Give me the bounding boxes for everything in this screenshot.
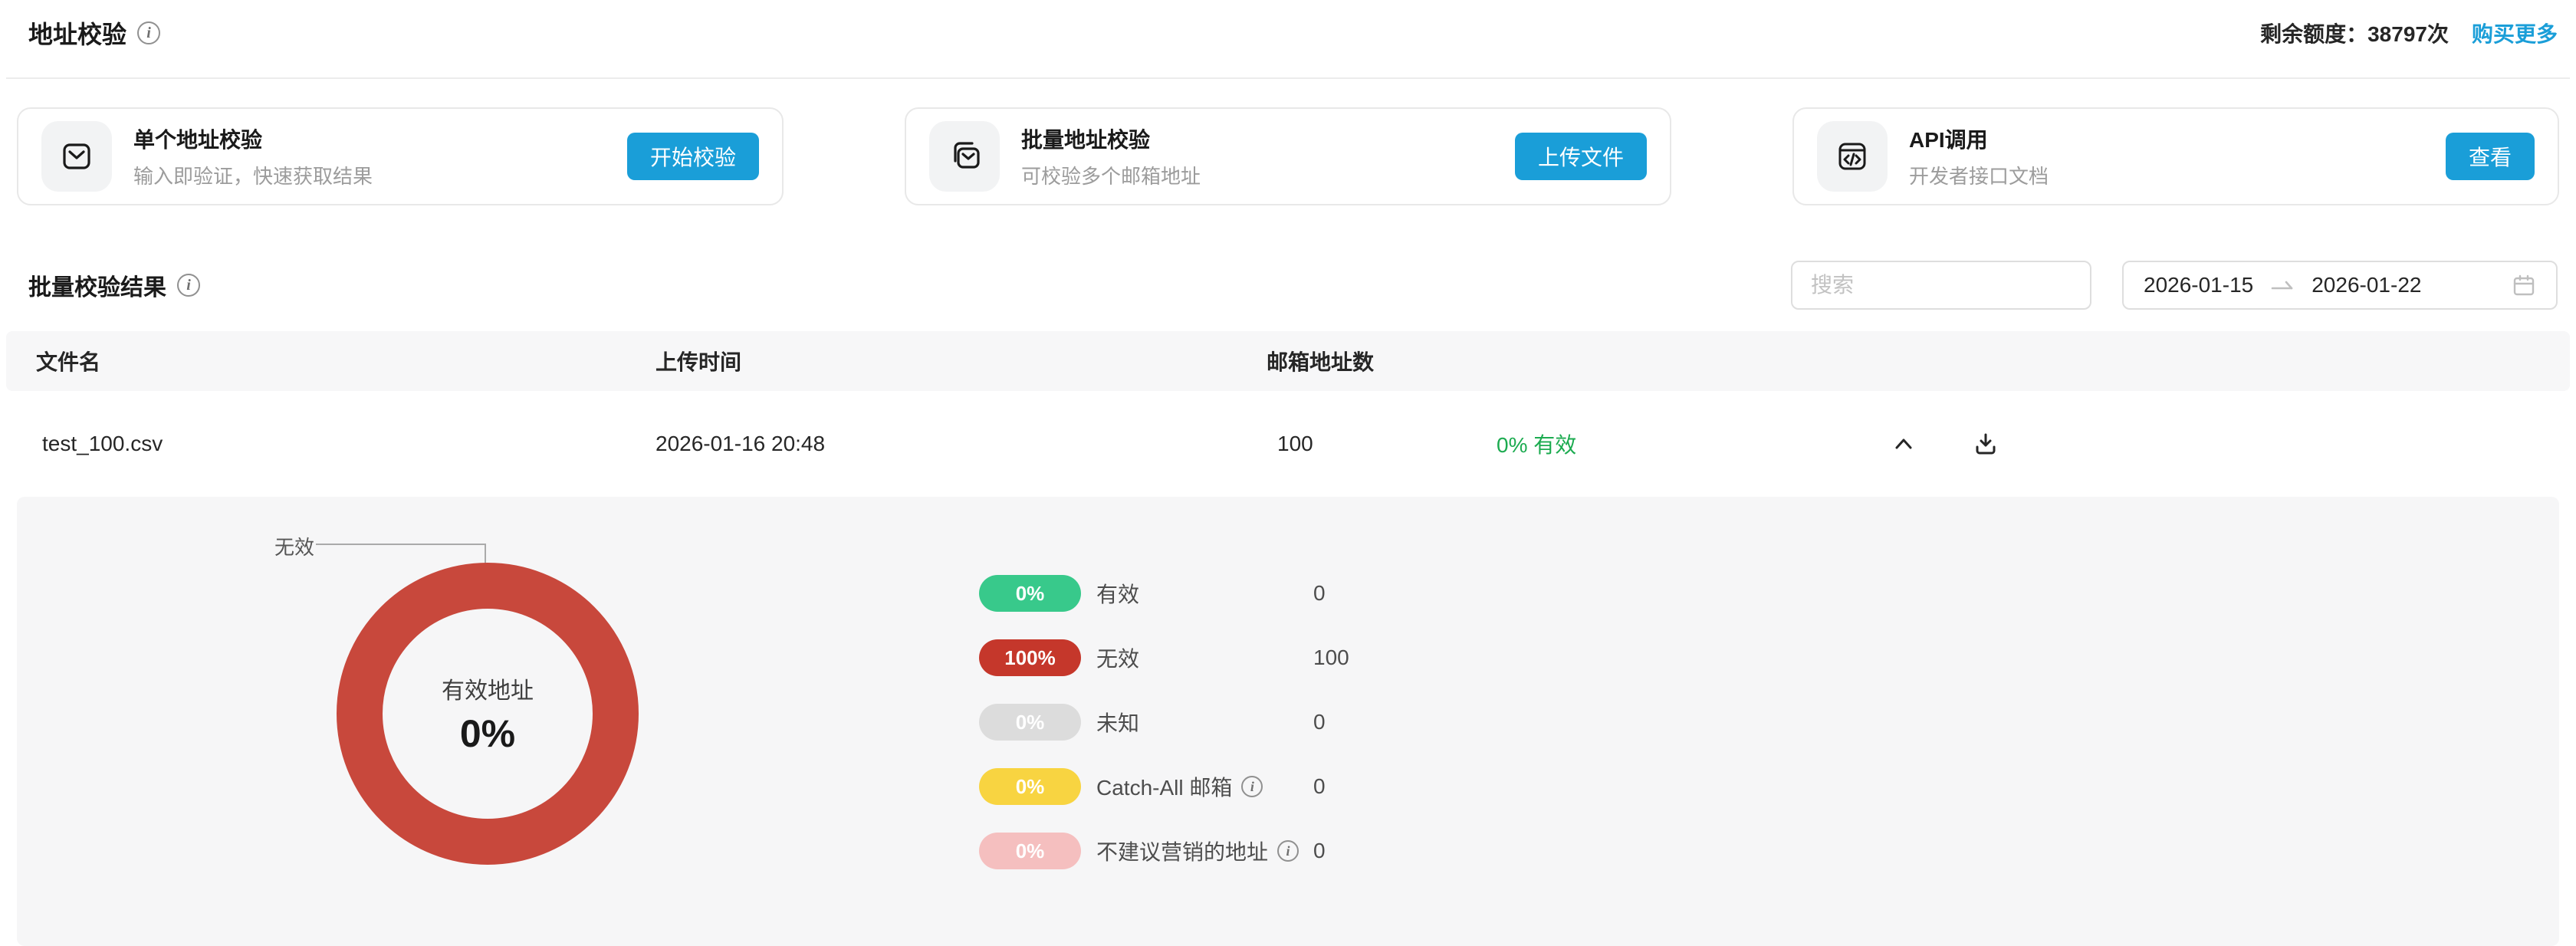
page-title: 地址校验	[28, 15, 127, 51]
no-marketing-info-icon[interactable]: i	[1277, 840, 1299, 862]
legend-label: Catch-All 邮箱	[1096, 771, 1232, 802]
legend-row-valid: 0% 有效 0	[979, 575, 1408, 612]
legend-pill: 0%	[979, 704, 1081, 741]
legend-pill: 100%	[979, 639, 1081, 676]
catchall-info-icon[interactable]: i	[1241, 776, 1263, 797]
legend-label: 不建议营销的地址	[1096, 836, 1268, 866]
buy-more-link[interactable]: 购买更多	[2472, 18, 2558, 48]
quota-area: 剩余额度： 38797次 购买更多	[2260, 18, 2558, 48]
action-cards: 单个地址校验 输入即验证，快速获取结果 开始校验 批量地址校验 可校验多个邮箱地…	[17, 107, 2559, 205]
legend-row-no-marketing: 0% 不建议营销的地址 i 0	[979, 833, 1408, 869]
donut-center: 有效地址 0%	[337, 563, 639, 865]
calendar-icon	[2512, 273, 2536, 297]
date-end: 2026-01-22	[2312, 273, 2421, 297]
search-box	[1791, 261, 2091, 310]
card-api: API调用 开发者接口文档 查看	[1792, 107, 2559, 205]
legend-count: 100	[1313, 645, 1349, 670]
callout-line-vertical	[485, 544, 486, 565]
table-header: 文件名 上传时间 邮箱地址数	[6, 331, 2570, 391]
page-title-info-icon[interactable]: i	[137, 21, 160, 44]
legend-count: 0	[1313, 839, 1326, 863]
legend-row-unknown: 0% 未知 0	[979, 704, 1408, 741]
card-desc: 开发者接口文档	[1909, 161, 2049, 189]
results-info-icon[interactable]: i	[177, 274, 200, 297]
api-code-icon	[1817, 121, 1888, 192]
legend-row-invalid: 100% 无效 100	[979, 639, 1408, 676]
card-batch-verify: 批量地址校验 可校验多个邮箱地址 上传文件	[905, 107, 1671, 205]
legend-count: 0	[1313, 774, 1326, 799]
card-single-verify: 单个地址校验 输入即验证，快速获取结果 开始校验	[17, 107, 784, 205]
donut-center-label: 有效地址	[442, 672, 534, 705]
legend-pill: 0%	[979, 768, 1081, 805]
donut-callout-label: 无效	[274, 532, 314, 560]
download-icon	[1973, 431, 1999, 457]
date-start: 2026-01-15	[2144, 273, 2253, 297]
date-range-picker[interactable]: 2026-01-15 2026-01-22	[2122, 261, 2558, 310]
cell-uploaded: 2026-01-16 20:48	[656, 432, 825, 456]
swap-right-icon	[2270, 278, 2295, 293]
chevron-up-icon	[1891, 432, 1916, 456]
card-title: 单个地址校验	[133, 123, 373, 154]
search-input[interactable]	[1811, 273, 2072, 297]
download-result-button[interactable]	[1967, 425, 2004, 462]
collapse-row-button[interactable]	[1885, 425, 1922, 462]
results-title: 批量校验结果	[28, 268, 166, 302]
mail-stack-icon	[929, 121, 1000, 192]
callout-line-horizontal	[316, 544, 486, 545]
page-header: 地址校验 i 剩余额度： 38797次 购买更多	[0, 0, 2576, 66]
row-detail-panel: 无效 有效地址 0% 0% 有效 0 100% 无效 100 0% 未知 0 0…	[17, 497, 2559, 946]
legend-pill: 0%	[979, 833, 1081, 869]
legend-count: 0	[1313, 710, 1326, 734]
header-divider	[6, 77, 2570, 79]
col-count: 邮箱地址数	[1267, 346, 1374, 376]
legend-label: 无效	[1096, 642, 1139, 673]
table-row: test_100.csv 2026-01-16 20:48 100 0% 有效	[6, 391, 2570, 497]
verification-legend: 0% 有效 0 100% 无效 100 0% 未知 0 0% Catch-All…	[979, 575, 1408, 869]
mail-icon	[41, 121, 112, 192]
card-title: 批量地址校验	[1021, 123, 1201, 154]
card-desc: 输入即验证，快速获取结果	[133, 161, 373, 189]
start-verify-button[interactable]: 开始校验	[627, 133, 759, 180]
col-uploaded: 上传时间	[656, 346, 741, 376]
cell-count: 100	[1277, 432, 1313, 456]
quota-label: 剩余额度：	[2260, 18, 2367, 48]
card-desc: 可校验多个邮箱地址	[1021, 161, 1201, 189]
quota-value: 38797次	[2367, 18, 2449, 48]
results-toolbar: 批量校验结果 i 2026-01-15 2026-01-22	[28, 259, 2558, 311]
legend-pill: 0%	[979, 575, 1081, 612]
legend-label: 有效	[1096, 578, 1139, 609]
view-api-button[interactable]: 查看	[2446, 133, 2535, 180]
status-badge: 0% 有效	[1497, 429, 1576, 459]
legend-label: 未知	[1096, 707, 1139, 737]
legend-count: 0	[1313, 581, 1326, 606]
cell-filename: test_100.csv	[42, 432, 163, 456]
upload-file-button[interactable]: 上传文件	[1515, 133, 1647, 180]
legend-row-catchall: 0% Catch-All 邮箱 i 0	[979, 768, 1408, 805]
col-filename: 文件名	[36, 346, 100, 376]
card-title: API调用	[1909, 123, 2049, 154]
donut-center-value: 0%	[460, 711, 515, 756]
